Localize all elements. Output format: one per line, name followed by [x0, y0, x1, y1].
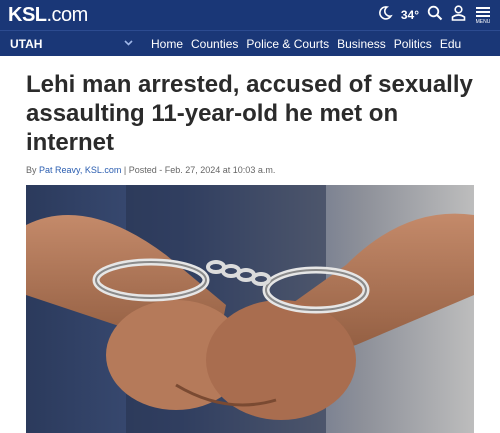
- temperature-readout[interactable]: 34°: [401, 8, 419, 22]
- article: Lehi man arrested, accused of sexually a…: [0, 56, 500, 433]
- search-icon[interactable]: [427, 5, 443, 26]
- nav-item-home[interactable]: Home: [151, 37, 183, 51]
- header-actions: 34° MENU: [377, 0, 492, 30]
- article-headline: Lehi man arrested, accused of sexually a…: [26, 71, 473, 156]
- chevron-down-icon[interactable]: [124, 38, 133, 49]
- article-photo[interactable]: [26, 185, 474, 433]
- post-date: | Posted - Feb. 27, 2024 at 10:03 a.m.: [121, 165, 276, 175]
- ksl-logo[interactable]: KSL.com: [8, 4, 88, 27]
- nav-item-business[interactable]: Business: [337, 37, 386, 51]
- nav-region-selector[interactable]: UTAH: [10, 37, 124, 51]
- handcuffed-hands-image: [26, 185, 474, 433]
- nav-item-counties[interactable]: Counties: [191, 37, 238, 51]
- author-link[interactable]: Pat Reavy, KSL.com: [39, 165, 121, 175]
- menu-bars: [476, 5, 490, 19]
- byline-prefix: By: [26, 165, 40, 175]
- site-header: KSL.com 34° MENU: [0, 0, 500, 30]
- logo-main: KSL: [8, 3, 47, 26]
- moon-icon[interactable]: [377, 5, 393, 26]
- nav-item-education[interactable]: Edu: [440, 37, 461, 51]
- section-nav: UTAH Home Counties Police & Courts Busin…: [0, 30, 500, 56]
- nav-item-police-courts[interactable]: Police & Courts: [246, 37, 329, 51]
- user-icon[interactable]: [451, 4, 466, 26]
- menu-label: MENU: [475, 19, 491, 25]
- logo-suffix: .com: [46, 3, 89, 26]
- menu-icon[interactable]: MENU: [474, 5, 492, 25]
- byline: By Pat Reavy, KSL.com | Posted - Feb. 27…: [26, 165, 474, 175]
- nav-item-politics[interactable]: Politics: [394, 37, 432, 51]
